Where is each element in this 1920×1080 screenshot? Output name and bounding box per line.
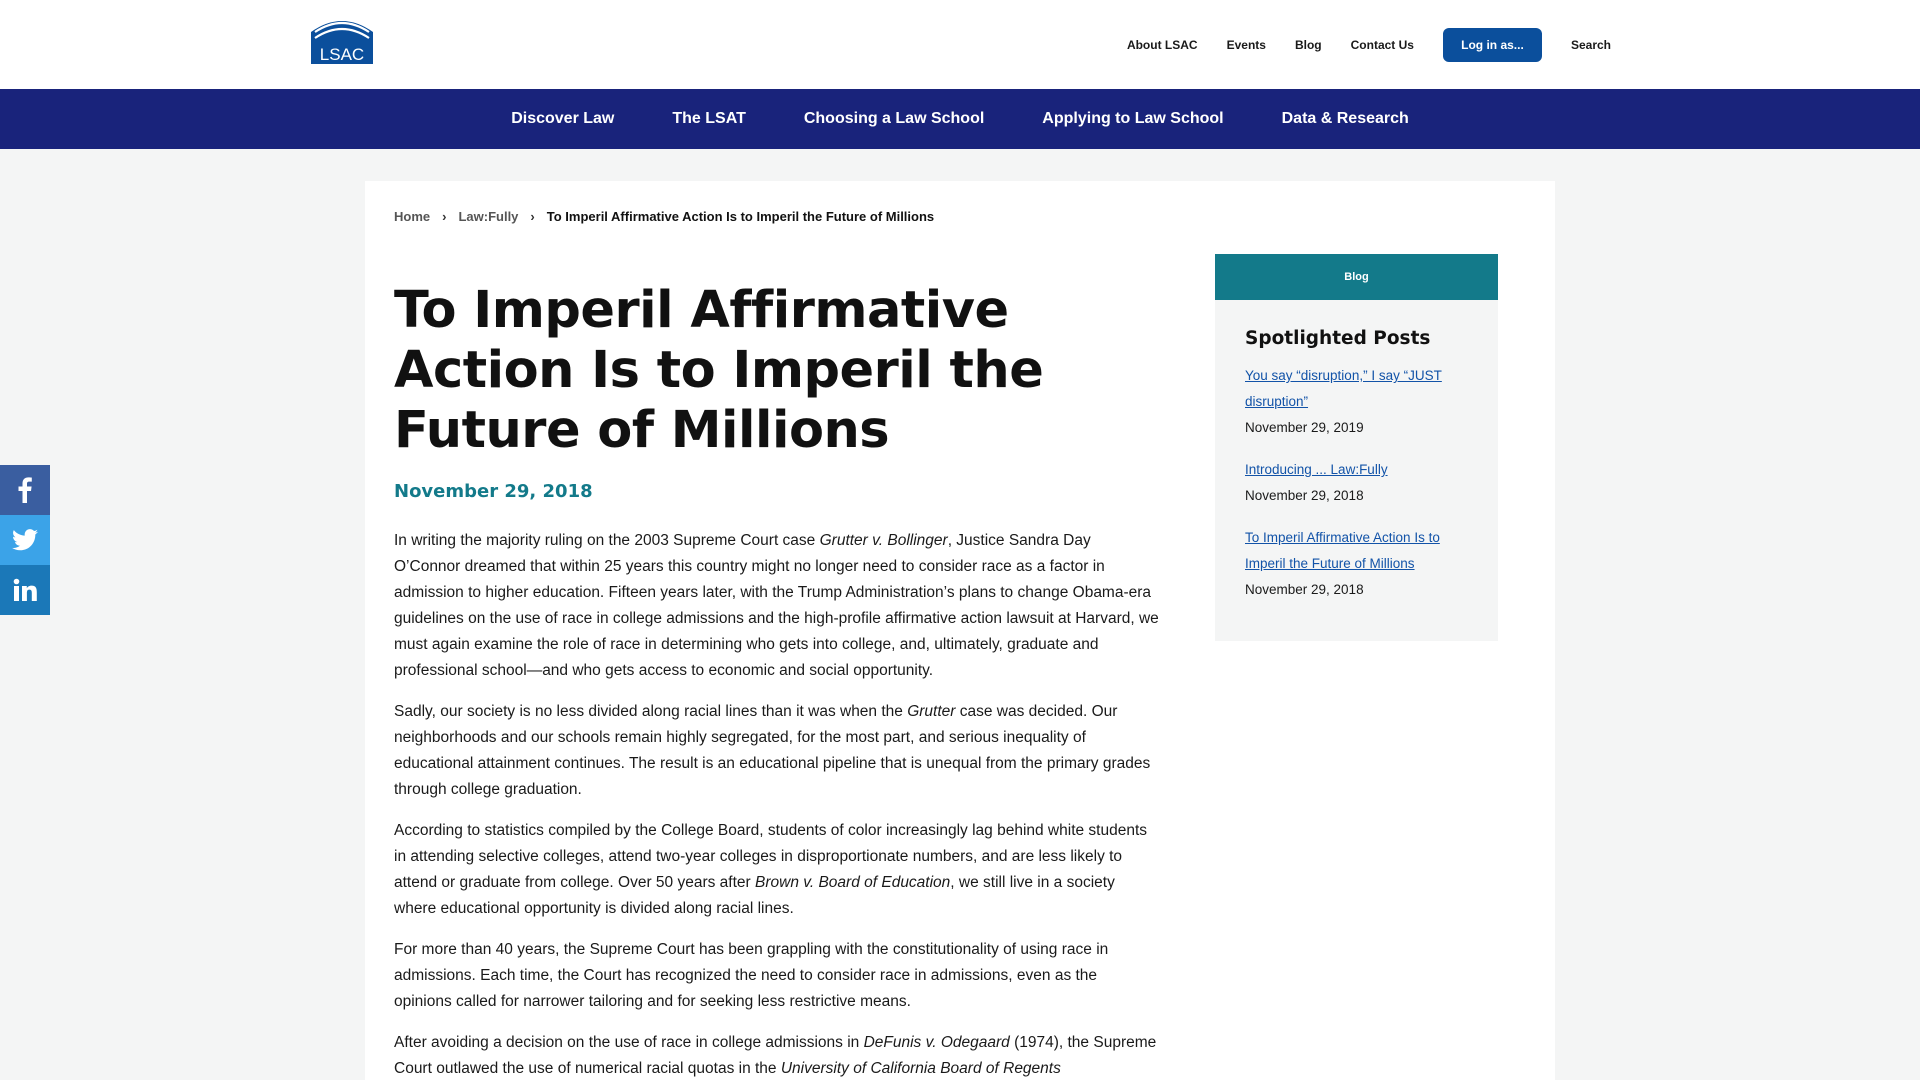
- util-link-blog[interactable]: Blog: [1295, 27, 1322, 63]
- facebook-icon: [18, 477, 32, 503]
- article-body: In writing the majority ruling on the 20…: [394, 528, 1159, 1080]
- lsac-logo-icon: LSAC: [311, 15, 373, 64]
- lsac-logo[interactable]: LSAC: [309, 14, 375, 68]
- twitter-icon: [12, 529, 38, 551]
- case-name: Grutter: [907, 703, 956, 720]
- utility-nav: About LSAC Events Blog Contact Us Log in…: [1098, 27, 1611, 63]
- article-paragraph: For more than 40 years, the Supreme Cour…: [394, 941, 1109, 1010]
- nav-discover-law[interactable]: Discover Law: [511, 110, 614, 128]
- top-header: LSAC About LSAC Events Blog Contact Us L…: [0, 0, 1920, 89]
- breadcrumb: Home › Law:Fully › To Imperil Affirmativ…: [394, 209, 934, 224]
- spotlight-post-link[interactable]: To Imperil Affirmative Action Is to Impe…: [1245, 525, 1468, 577]
- breadcrumb-lawfully[interactable]: Law:Fully: [458, 209, 518, 224]
- case-name: Grutter v. Bollinger: [819, 532, 948, 549]
- spotlight-post-date: November 29, 2019: [1245, 420, 1364, 435]
- case-name: DeFunis v. Odegaard: [863, 1034, 1010, 1051]
- article-paragraph: According to statistics compiled by the …: [394, 822, 1148, 917]
- article-date: November 29, 2018: [394, 481, 593, 502]
- case-name: Brown v. Board of Education: [755, 874, 951, 891]
- util-link-events[interactable]: Events: [1227, 27, 1266, 63]
- spotlight-post-link[interactable]: You say “disruption,” I say “JUST disrup…: [1245, 363, 1468, 415]
- article-paragraph: In writing the majority ruling on the 20…: [394, 532, 1159, 679]
- sidebar: Blog Spotlighted Posts You say “disrupti…: [1215, 254, 1498, 641]
- nav-data-research[interactable]: Data & Research: [1282, 110, 1409, 128]
- nav-applying-law-school[interactable]: Applying to Law School: [1042, 110, 1223, 128]
- util-link-contact[interactable]: Contact Us: [1351, 27, 1414, 63]
- spotlight-post: You say “disruption,” I say “JUST disrup…: [1245, 363, 1468, 441]
- content-card: Home › Law:Fully › To Imperil Affirmativ…: [365, 181, 1555, 1080]
- spotlight-post: Introducing ... Law:Fully November 29, 2…: [1245, 457, 1468, 509]
- linkedin-icon: [13, 578, 37, 601]
- spotlight-post-date: November 29, 2018: [1245, 582, 1364, 597]
- spotlight-post-date: November 29, 2018: [1245, 488, 1364, 503]
- case-name: University of California Board of Regent…: [780, 1060, 1061, 1077]
- article-title: To Imperil Affirmative Action Is to Impe…: [394, 281, 1044, 460]
- sidebar-tab-blog[interactable]: Blog: [1215, 254, 1498, 300]
- login-button[interactable]: Log in as...: [1442, 28, 1542, 62]
- spotlight-post: To Imperil Affirmative Action Is to Impe…: [1245, 525, 1468, 603]
- article: To Imperil Affirmative Action Is to Impe…: [394, 281, 1159, 1080]
- twitter-share-button[interactable]: [0, 515, 50, 565]
- facebook-share-button[interactable]: [0, 465, 50, 515]
- breadcrumb-home[interactable]: Home: [394, 209, 430, 224]
- spotlighted-posts-panel: Spotlighted Posts You say “disruption,” …: [1215, 300, 1498, 641]
- linkedin-share-button[interactable]: [0, 565, 50, 615]
- logo-text: LSAC: [320, 45, 364, 64]
- social-share-bar: [0, 465, 50, 615]
- spotlight-post-link[interactable]: Introducing ... Law:Fully: [1245, 457, 1468, 483]
- search-link[interactable]: Search: [1571, 27, 1611, 63]
- article-paragraph: Sadly, our society is no less divided al…: [394, 703, 1151, 798]
- breadcrumb-separator: ›: [530, 209, 535, 224]
- breadcrumb-separator: ›: [442, 209, 447, 224]
- nav-choosing-law-school[interactable]: Choosing a Law School: [804, 110, 984, 128]
- spotlighted-posts-heading: Spotlighted Posts: [1245, 328, 1431, 349]
- breadcrumb-current: To Imperil Affirmative Action Is to Impe…: [546, 209, 935, 224]
- nav-the-lsat[interactable]: The LSAT: [672, 110, 745, 128]
- article-paragraph: After avoiding a decision on the use of …: [394, 1034, 1157, 1077]
- main-nav: Discover Law The LSAT Choosing a Law Sch…: [0, 89, 1920, 149]
- util-link-about[interactable]: About LSAC: [1127, 27, 1198, 63]
